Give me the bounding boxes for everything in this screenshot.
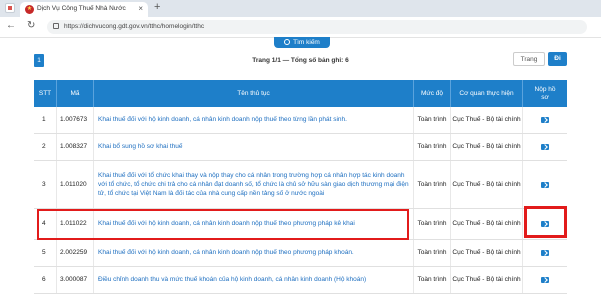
header-stt: STT: [34, 80, 57, 107]
pagination-info: Trang 1/1 — Tổng số bản ghi: 6: [252, 57, 349, 64]
header-name: Tên thủ tục: [94, 80, 414, 107]
row-code: 1.008327: [57, 134, 94, 160]
search-icon: [284, 39, 291, 46]
address-toolbar: ← ↻ https://dichvucong.gdt.gov.vn/tthc/h…: [0, 17, 601, 38]
row-agency: Cục Thuế - Bộ tài chính: [451, 267, 523, 293]
submit-application-icon[interactable]: [541, 144, 549, 150]
row-submit-cell: [523, 161, 567, 208]
row-procedure-link[interactable]: Điều chỉnh doanh thu và mức thuế khoán c…: [94, 267, 414, 293]
row-procedure-link[interactable]: Khai thuế đối với hộ kinh doanh, cá nhân…: [94, 107, 414, 133]
highlight-box-row-4: [37, 209, 409, 240]
row-code: 1.007673: [57, 107, 94, 133]
row-submit-cell: [523, 107, 567, 133]
back-arrow-icon[interactable]: ←: [6, 20, 16, 32]
table-row: 6 3.000087 Điều chỉnh doanh thu và mức t…: [34, 267, 567, 294]
search-button[interactable]: Tìm kiếm: [274, 37, 330, 48]
row-submit-cell: [523, 267, 567, 293]
tab-actions-icon[interactable]: [5, 3, 15, 13]
submit-application-icon[interactable]: [541, 250, 549, 256]
address-bar[interactable]: https://dichvucong.gdt.gov.vn/tthc/homel…: [47, 20, 587, 34]
header-code: Mã: [57, 80, 94, 107]
row-level: Toàn trình: [414, 267, 451, 293]
row-level: Toàn trình: [414, 107, 451, 133]
row-level: Toàn trình: [414, 240, 451, 266]
table-row: 2 1.008327 Khai bổ sung hồ sơ khai thuế …: [34, 134, 567, 161]
site-favicon-icon: ★: [25, 5, 34, 14]
row-code: 3.000087: [57, 267, 94, 293]
row-stt: 5: [34, 240, 57, 266]
search-button-label: Tìm kiếm: [293, 39, 320, 46]
header-submit: Nộp hồ sơ: [534, 85, 556, 101]
row-stt: 2: [34, 134, 57, 160]
row-level: Toàn trình: [414, 209, 451, 239]
row-agency: Cục Thuế - Bộ tài chính: [451, 134, 523, 160]
row-agency: Cục Thuế - Bộ tài chính: [451, 161, 523, 208]
url-text: https://dichvucong.gdt.gov.vn/tthc/homel…: [64, 23, 205, 30]
table-row: 1 1.007673 Khai thuế đối với hộ kinh doa…: [34, 107, 567, 134]
row-agency: Cục Thuế - Bộ tài chính: [451, 107, 523, 133]
row-procedure-link[interactable]: Khai thuế đối với hộ kinh doanh, cá nhân…: [94, 240, 414, 266]
row-stt: 6: [34, 267, 57, 293]
row-level: Toàn trình: [414, 134, 451, 160]
row-submit-cell: [523, 240, 567, 266]
browser-tab[interactable]: ★ Dịch Vụ Công Thuế Nhà Nước ×: [20, 2, 148, 17]
submit-application-icon[interactable]: [541, 117, 549, 123]
table-row: 3 1.011020 Khai thuế đối với tổ chức kha…: [34, 161, 567, 209]
row-level: Toàn trình: [414, 161, 451, 208]
row-submit-cell: [523, 134, 567, 160]
site-info-icon[interactable]: [53, 23, 59, 29]
header-level: Mức độ: [414, 80, 451, 107]
browser-tab-strip: ★ Dịch Vụ Công Thuế Nhà Nước × +: [0, 0, 601, 17]
highlight-box-submit-icon: [524, 206, 567, 238]
row-procedure-link[interactable]: Khai bổ sung hồ sơ khai thuế: [94, 134, 414, 160]
table-header: STT Mã Tên thủ tục Mức độ Cơ quan thực h…: [34, 80, 567, 107]
row-agency: Cục Thuế - Bộ tài chính: [451, 209, 523, 239]
submit-application-icon[interactable]: [541, 181, 549, 188]
new-tab-icon[interactable]: +: [154, 1, 160, 13]
goto-page-button[interactable]: Đi: [548, 52, 567, 66]
tab-title: Dịch Vụ Công Thuế Nhà Nước: [37, 5, 126, 12]
row-stt: 1: [34, 107, 57, 133]
row-code: 1.011020: [57, 161, 94, 208]
row-code: 2.002259: [57, 240, 94, 266]
submit-application-icon[interactable]: [541, 277, 549, 283]
close-tab-icon[interactable]: ×: [138, 4, 143, 13]
goto-page-input[interactable]: Trang: [513, 52, 545, 66]
reload-icon[interactable]: ↻: [27, 20, 35, 32]
header-agency: Cơ quan thực hiện: [451, 80, 523, 107]
table-row: 5 2.002259 Khai thuế đối với hộ kinh doa…: [34, 240, 567, 267]
row-procedure-link[interactable]: Khai thuế đối với tổ chức khai thay và n…: [94, 161, 414, 208]
row-agency: Cục Thuế - Bộ tài chính: [451, 240, 523, 266]
row-stt: 3: [34, 161, 57, 208]
